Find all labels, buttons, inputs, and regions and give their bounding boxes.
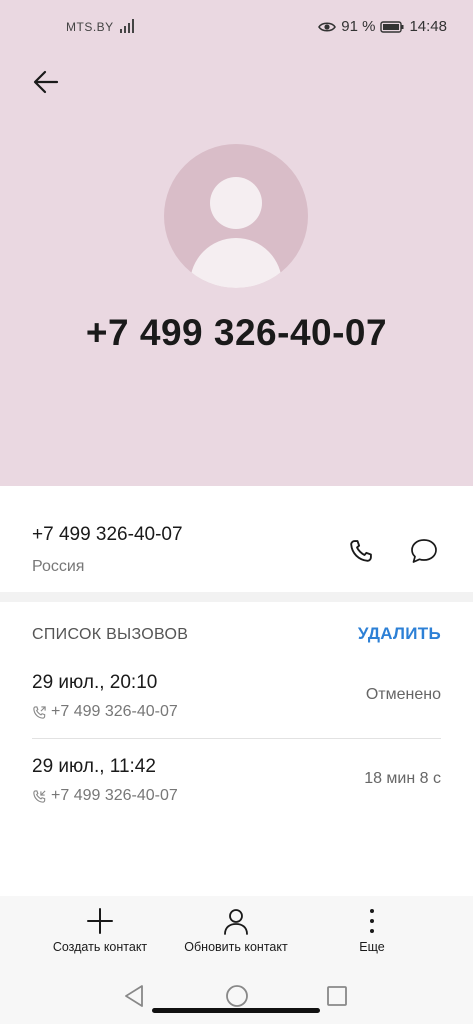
contact-card: +7 499 326-40-07 Россия [0, 486, 473, 592]
gesture-pill[interactable] [152, 1008, 320, 1013]
plus-icon [87, 908, 113, 934]
call-status: Отменено [365, 686, 441, 703]
status-right: 91 % 14:48 [318, 18, 447, 35]
more-button[interactable]: Еще [302, 906, 442, 964]
phone-icon [350, 540, 372, 562]
call-sub: +7 499 326-40-07 [32, 703, 178, 721]
nav-recents-icon[interactable] [324, 983, 350, 1009]
chat-bubble-icon [411, 539, 437, 563]
outgoing-call-icon [33, 705, 46, 719]
page-title-number: +7 499 326-40-07 [85, 312, 388, 353]
call-date: 29 июл., 20:10 [32, 672, 158, 693]
call-sub: +7 499 326-40-07 [32, 787, 178, 805]
call-log-title: СПИСОК ВЫЗОВОВ [32, 626, 189, 643]
call-number: +7 499 326-40-07 [51, 787, 178, 804]
call-button[interactable] [344, 534, 378, 568]
section-separator [0, 592, 473, 602]
call-status: 18 мин 8 с [364, 770, 441, 787]
call-log-row[interactable]: 29 июл., 20:10 +7 499 326-40-07 Отменено [32, 672, 441, 748]
person-icon [224, 909, 248, 935]
nav-back-icon[interactable] [122, 983, 148, 1009]
eye-comfort-icon [318, 21, 337, 32]
carrier-label: MTS.BY [66, 20, 114, 34]
call-date: 29 июл., 11:42 [32, 756, 156, 777]
avatar-body [190, 238, 282, 288]
call-number: +7 499 326-40-07 [51, 703, 178, 720]
delete-button[interactable]: УДАЛИТЬ [358, 624, 441, 644]
battery-percent: 91 % [341, 18, 376, 35]
avatar-head [210, 177, 262, 229]
bottom-action-bar: Создать контакт Обновить контакт Еще [0, 896, 473, 968]
battery-icon [380, 20, 404, 33]
system-navigation-bar [0, 968, 473, 1024]
contact-header: MTS.BY 91 % 14:48 +7 499 326-40-07 [0, 0, 473, 486]
call-log-row[interactable]: 29 июл., 11:42 +7 499 326-40-07 18 мин 8… [32, 756, 441, 832]
arrow-left-icon [33, 70, 59, 94]
row-divider [32, 738, 441, 739]
create-contact-button[interactable]: Создать контакт [30, 906, 170, 964]
update-contact-button[interactable]: Обновить контакт [166, 906, 306, 964]
contact-region: Россия [32, 558, 85, 575]
status-bar: MTS.BY 91 % 14:48 [0, 0, 473, 56]
contact-number[interactable]: +7 499 326-40-07 [32, 524, 183, 546]
more-label: Еще [359, 940, 385, 954]
incoming-call-icon [33, 789, 46, 803]
signal-icon [120, 19, 134, 33]
clock: 14:48 [409, 18, 447, 35]
create-contact-label: Создать контакт [52, 940, 148, 954]
more-vertical-icon [370, 909, 374, 933]
update-contact-label: Обновить контакт [184, 940, 288, 954]
message-button[interactable] [406, 534, 442, 568]
back-button[interactable] [28, 64, 64, 100]
contact-avatar [164, 144, 308, 288]
nav-home-icon[interactable] [224, 983, 250, 1009]
